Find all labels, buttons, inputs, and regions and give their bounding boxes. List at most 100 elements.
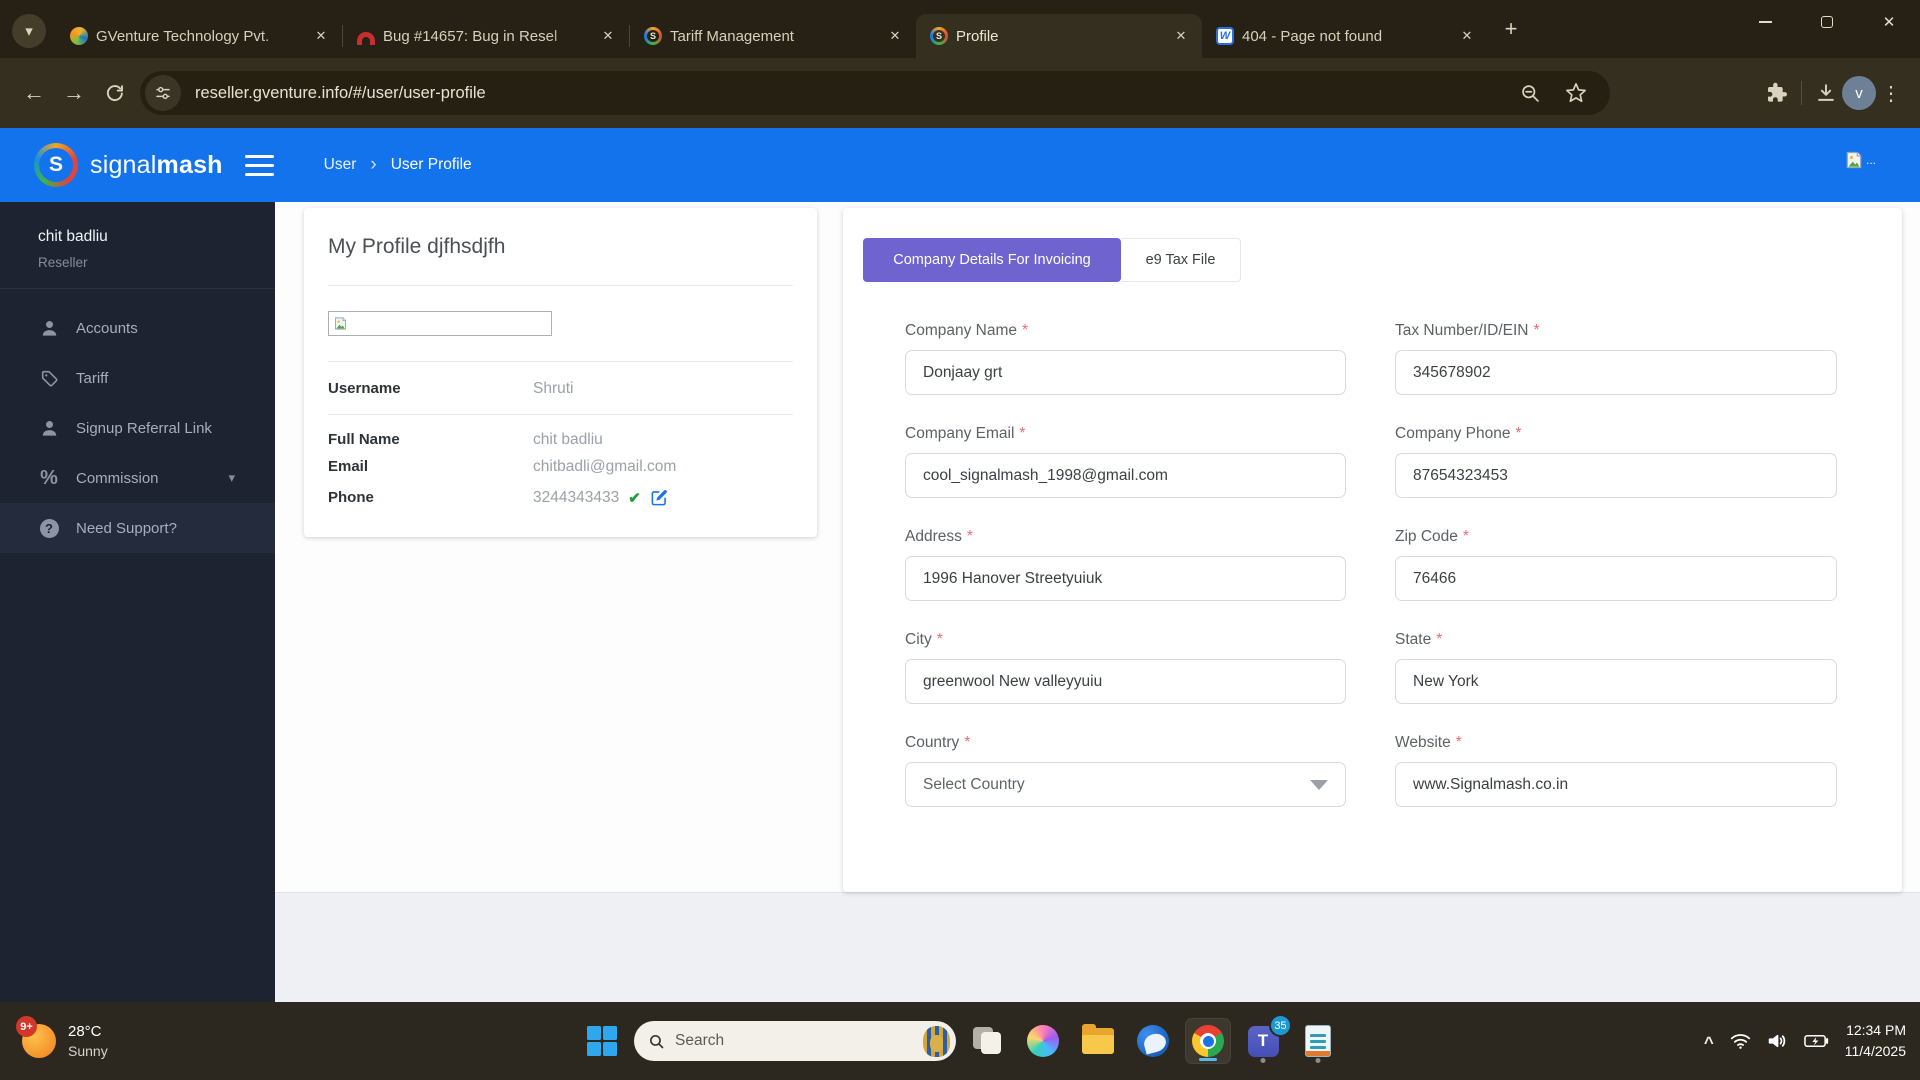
tax-number-input[interactable] <box>1395 350 1837 395</box>
row-label: Username <box>328 380 533 397</box>
battery-button[interactable] <box>1804 1034 1829 1048</box>
tray-expand-button[interactable]: ^ <box>1704 1033 1714 1053</box>
signalmash-favicon-icon: S <box>644 27 662 45</box>
profile-row-email: Email chitbadli@gmail.com <box>328 458 793 476</box>
taskbar-clock[interactable]: 12:34 PM 11/4/2025 <box>1845 1020 1906 1062</box>
tab-title: Profile <box>956 28 1162 45</box>
tab-gventure[interactable]: GVenture Technology Pvt. ✕ <box>56 14 342 58</box>
tab-close-icon[interactable]: ✕ <box>1456 25 1478 47</box>
tab-profile-active[interactable]: S Profile ✕ <box>916 14 1202 58</box>
task-view-button[interactable] <box>965 1018 1011 1064</box>
field-label: City <box>905 631 932 648</box>
tab-tariff-management[interactable]: S Tariff Management ✕ <box>630 14 916 58</box>
field-label: Company Phone <box>1395 425 1510 442</box>
breadcrumb-section[interactable]: User <box>324 156 357 174</box>
close-icon: ✕ <box>1883 13 1896 31</box>
file-explorer-button[interactable] <box>1075 1018 1121 1064</box>
tab-404[interactable]: W 404 - Page not found ✕ <box>1202 14 1488 58</box>
tab-close-icon[interactable]: ✕ <box>310 25 332 47</box>
tab-search-button[interactable]: ▾ <box>12 14 46 48</box>
gventure-favicon-icon <box>70 27 88 45</box>
company-phone-input[interactable] <box>1395 453 1837 498</box>
sidebar-item-label: Need Support? <box>76 520 177 537</box>
country-select[interactable]: Select Country <box>905 762 1346 807</box>
new-tab-button[interactable]: + <box>1496 14 1526 44</box>
header-avatar[interactable]: ... <box>1844 150 1876 170</box>
search-placeholder: Search <box>675 1032 923 1050</box>
sidebar-user-role: Reseller <box>38 255 275 270</box>
search-icon <box>648 1033 665 1050</box>
sidebar-toggle-button[interactable] <box>245 155 274 176</box>
form-tabs: Company Details For Invoicing e9 Tax Fil… <box>863 238 1902 282</box>
close-button[interactable]: ✕ <box>1858 0 1920 44</box>
address-bar[interactable]: reseller.gventure.info/#/user/user-profi… <box>140 71 1610 115</box>
row-label: Email <box>328 458 533 475</box>
required-asterisk: * <box>1456 734 1462 751</box>
start-button[interactable] <box>579 1018 625 1064</box>
website-input[interactable] <box>1395 762 1837 807</box>
edit-icon <box>650 488 669 507</box>
field-label: Company Name <box>905 322 1017 339</box>
taskbar-search[interactable]: Search <box>634 1021 956 1061</box>
ellipsis: ... <box>1866 153 1876 167</box>
site-info-button[interactable] <box>145 75 181 111</box>
tab-bug[interactable]: Bug #14657: Bug in Resel ✕ <box>343 14 629 58</box>
downloads-button[interactable] <box>1810 77 1842 109</box>
tab-close-icon[interactable]: ✕ <box>884 25 906 47</box>
tab-title: Bug #14657: Bug in Resel <box>383 28 589 45</box>
field-label: Company Email <box>905 425 1014 442</box>
extensions-button[interactable] <box>1761 77 1793 109</box>
volume-button[interactable] <box>1767 1032 1788 1050</box>
required-asterisk: * <box>1022 322 1028 339</box>
chrome-button[interactable] <box>1185 1018 1231 1064</box>
company-details-card: Company Details For Invoicing e9 Tax Fil… <box>843 208 1902 892</box>
sidebar-item-need-support[interactable]: ? Need Support? <box>0 503 275 553</box>
sidebar-item-accounts[interactable]: Accounts <box>0 303 275 353</box>
copilot-button[interactable] <box>1020 1018 1066 1064</box>
company-email-input[interactable] <box>905 453 1346 498</box>
url-text[interactable]: reseller.gventure.info/#/user/user-profi… <box>195 84 1514 103</box>
address-input[interactable] <box>905 556 1346 601</box>
sidebar-item-signup-referral-link[interactable]: Signup Referral Link <box>0 403 275 453</box>
sidebar-item-label: Signup Referral Link <box>76 420 212 437</box>
zip-code-input[interactable] <box>1395 556 1837 601</box>
signalmash-logo-icon: S <box>34 143 78 187</box>
city-input[interactable] <box>905 659 1346 704</box>
reload-button[interactable] <box>94 73 134 113</box>
chevron-down-icon: ▾ <box>25 22 33 40</box>
content-footer-strip <box>275 892 1920 1002</box>
browser-menu-button[interactable]: ⋮ <box>1876 81 1906 106</box>
tab-e9-tax-file[interactable]: e9 Tax File <box>1121 238 1241 282</box>
field-company-phone: Company Phone* <box>1395 425 1837 498</box>
forward-button[interactable]: → <box>54 73 94 113</box>
minimize-button[interactable] <box>1734 0 1796 44</box>
tab-close-icon[interactable]: ✕ <box>597 25 619 47</box>
field-website: Website* <box>1395 734 1837 807</box>
teams-button[interactable]: T 35 <box>1240 1018 1286 1064</box>
back-button[interactable]: ← <box>14 73 54 113</box>
zoom-button[interactable] <box>1514 77 1546 109</box>
main-area: chit badliu Reseller Accounts Tariff <box>0 202 1920 1002</box>
tab-company-details[interactable]: Company Details For Invoicing <box>863 238 1121 282</box>
wifi-button[interactable] <box>1730 1032 1751 1050</box>
weather-widget[interactable]: 9+ 28°C Sunny <box>22 1002 108 1080</box>
state-input[interactable] <box>1395 659 1837 704</box>
notepad-button[interactable] <box>1295 1018 1341 1064</box>
field-label: Country <box>905 734 959 751</box>
breadcrumb-chevron-icon: › <box>370 154 376 176</box>
tab-title: Tariff Management <box>670 28 876 45</box>
maximize-button[interactable] <box>1796 0 1858 44</box>
company-name-input[interactable] <box>905 350 1346 395</box>
sidebar-item-tariff[interactable]: Tariff <box>0 353 275 403</box>
browser-profile-avatar[interactable]: v <box>1842 76 1876 110</box>
wifi-icon <box>1730 1032 1751 1050</box>
sidebar-item-commission[interactable]: % Commission ▾ <box>0 453 275 503</box>
profile-title: My Profile djfhsdjfh <box>328 208 793 286</box>
thunderbird-button[interactable] <box>1130 1018 1176 1064</box>
field-label: Address <box>905 528 962 545</box>
edit-phone-button[interactable] <box>650 488 669 507</box>
toolbar-separator <box>1801 81 1802 105</box>
download-icon <box>1815 82 1837 104</box>
bookmark-button[interactable] <box>1560 77 1592 109</box>
tab-close-icon[interactable]: ✕ <box>1170 25 1192 47</box>
